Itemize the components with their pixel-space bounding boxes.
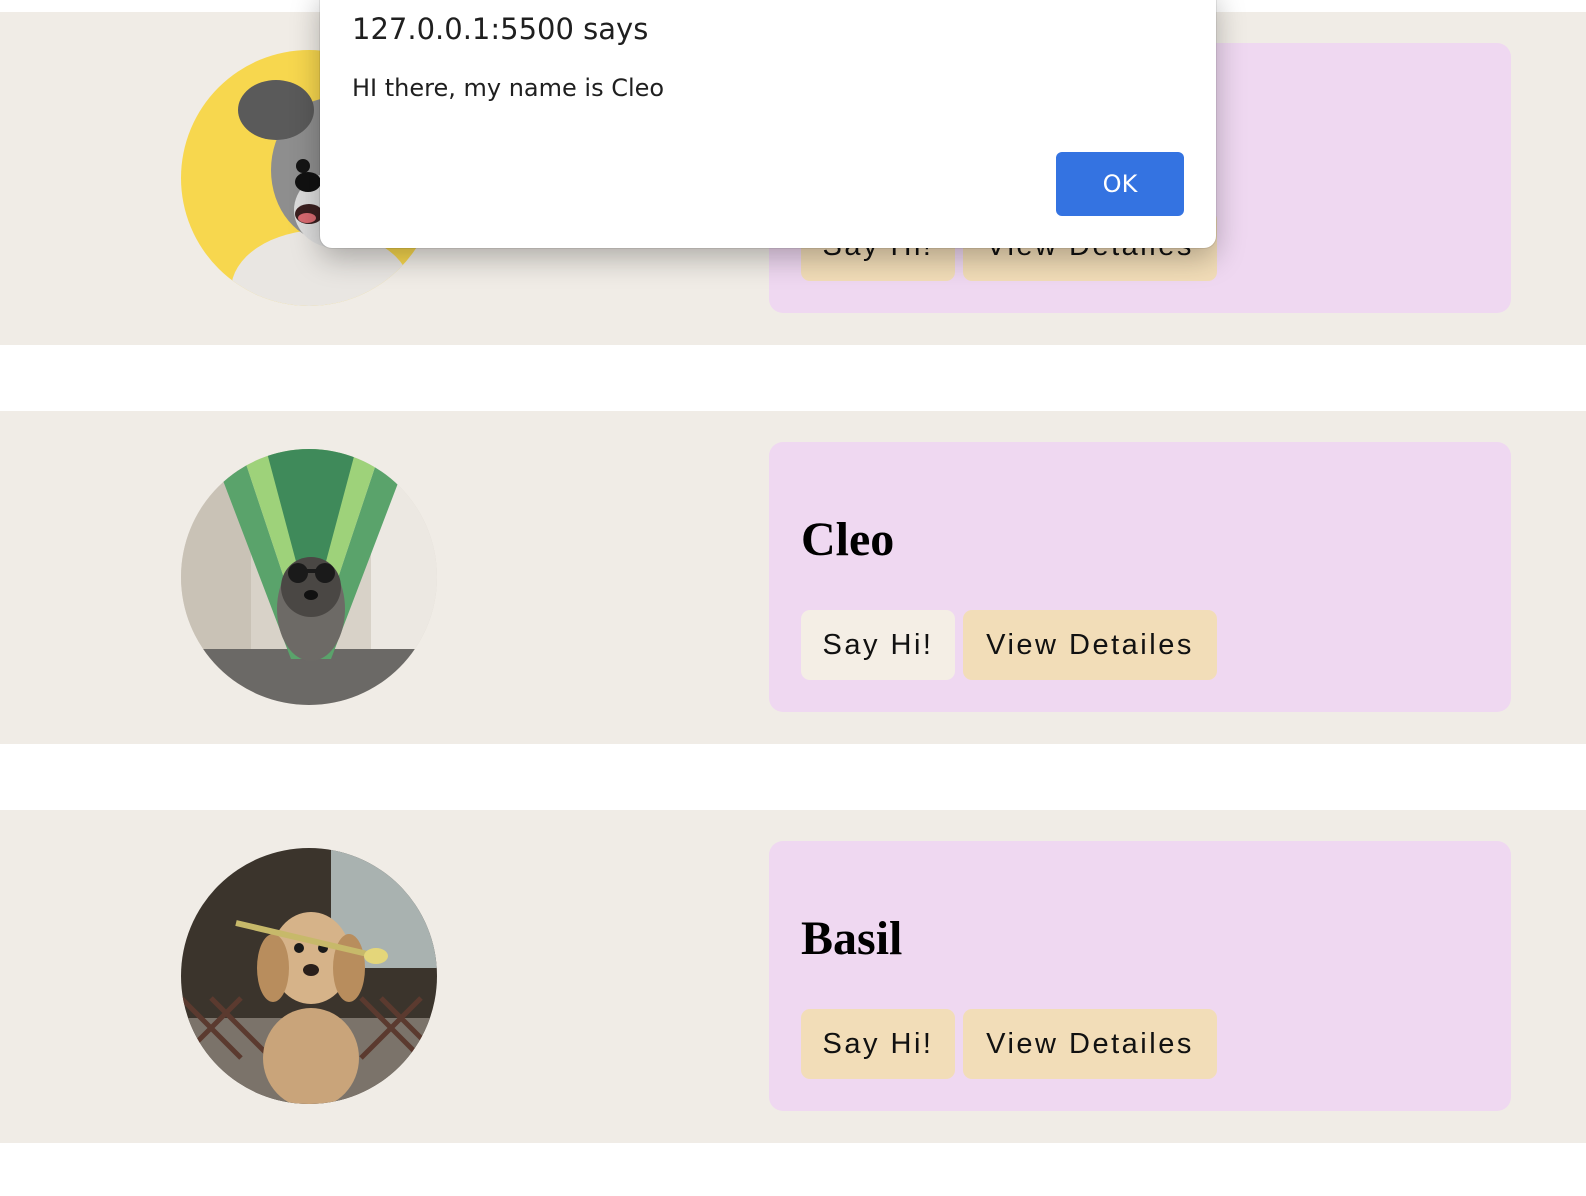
pet-name: Cleo [801,513,895,566]
view-details-button[interactable]: View Detailes [963,610,1217,680]
alert-title: 127.0.0.1:5500 says [352,12,649,46]
alert-message: HI there, my name is Cleo [352,74,665,102]
pet-card-cleo: Cleo Say Hi! View Detailes [769,442,1511,712]
pet-row-2: Cleo Say Hi! View Detailes [0,411,1586,744]
pet-photo-cleo [181,449,437,705]
alert-dialog: 127.0.0.1:5500 says HI there, my name is… [320,0,1216,248]
view-details-button[interactable]: View Detailes [963,1009,1217,1079]
pet-name: Basil [801,912,903,965]
pet-card-basil: Basil Say Hi! View Detailes [769,841,1511,1111]
say-hi-button[interactable]: Say Hi! [801,610,955,680]
page: Say Hi! View Detailes Cleo [0,0,1586,1196]
say-hi-button[interactable]: Say Hi! [801,1009,955,1079]
basil-image [181,848,437,1104]
cleo-image [181,449,437,705]
ok-button[interactable]: OK [1056,152,1184,216]
pet-photo-basil [181,848,437,1104]
pet-row-3: Basil Say Hi! View Detailes [0,810,1586,1143]
